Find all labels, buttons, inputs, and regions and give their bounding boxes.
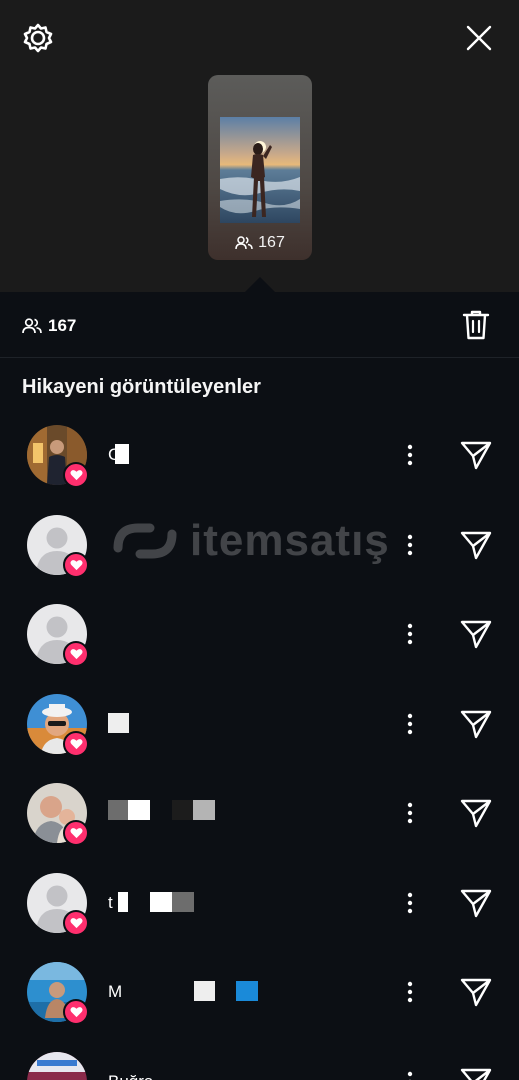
more-vertical-icon xyxy=(407,444,413,466)
like-badge xyxy=(63,820,89,846)
send-message-button[interactable] xyxy=(458,795,494,831)
send-message-button[interactable] xyxy=(458,974,494,1010)
more-options-button[interactable] xyxy=(400,619,420,649)
more-vertical-icon xyxy=(407,534,413,555)
send-message-button[interactable] xyxy=(458,885,494,921)
viewer-name[interactable]: t xyxy=(108,893,113,913)
more-vertical-icon xyxy=(407,713,413,734)
censor-block xyxy=(193,800,215,820)
like-badge xyxy=(63,999,89,1025)
more-options-button[interactable] xyxy=(400,1067,420,1080)
more-options-button[interactable] xyxy=(400,798,420,828)
section-title: Hikayeni görüntüleyenler xyxy=(22,376,261,398)
more-options-button[interactable] xyxy=(400,530,420,560)
censor-block xyxy=(194,981,215,1001)
censor-block xyxy=(108,800,130,820)
more-vertical-icon xyxy=(407,802,413,824)
like-badge xyxy=(63,909,89,936)
viewer-row[interactable] xyxy=(0,679,519,769)
like-badge xyxy=(63,462,89,488)
story-image xyxy=(220,117,300,223)
send-icon xyxy=(460,889,492,917)
heart-icon xyxy=(69,828,83,839)
send-icon xyxy=(460,710,492,738)
viewer-row[interactable]: C xyxy=(0,410,519,500)
viewer-name[interactable]: Buğra xyxy=(108,1072,153,1080)
send-message-button[interactable] xyxy=(458,706,494,742)
more-options-button[interactable] xyxy=(400,977,420,1007)
send-icon xyxy=(460,978,492,1007)
more-options-button[interactable] xyxy=(400,888,420,918)
heart-icon xyxy=(69,917,83,928)
heart-icon xyxy=(69,470,83,481)
send-message-button[interactable] xyxy=(458,527,494,563)
viewer-row[interactable]: Buğra xyxy=(0,1037,519,1080)
settings-button[interactable] xyxy=(20,20,56,56)
more-vertical-icon xyxy=(407,1071,413,1080)
like-badge xyxy=(63,551,89,578)
send-message-button[interactable] xyxy=(458,1064,494,1080)
more-options-button[interactable] xyxy=(400,709,420,739)
like-badge xyxy=(63,730,89,757)
viewers-icon xyxy=(22,318,42,334)
story-preview-header: 167 xyxy=(0,0,519,292)
viewer-list: C xyxy=(0,410,519,1080)
viewer-row[interactable]: M xyxy=(0,947,519,1037)
censor-block xyxy=(128,800,150,820)
more-vertical-icon xyxy=(407,981,413,1003)
send-icon xyxy=(460,441,492,470)
send-message-button[interactable] xyxy=(458,437,494,473)
like-badge xyxy=(63,641,89,667)
gear-icon xyxy=(23,23,53,53)
story-viewer-count: 167 xyxy=(208,234,312,252)
censor-block xyxy=(172,891,194,912)
viewer-count-value: 167 xyxy=(48,316,77,335)
censor-block xyxy=(115,444,129,464)
viewer-row[interactable] xyxy=(0,589,519,679)
send-icon xyxy=(460,1068,492,1080)
avatar[interactable] xyxy=(27,1051,87,1080)
viewer-name[interactable]: M xyxy=(108,982,122,1002)
trash-icon xyxy=(462,310,490,340)
viewers-icon xyxy=(235,236,253,250)
heart-icon xyxy=(69,1007,83,1018)
viewer-row[interactable]: t xyxy=(0,858,519,948)
close-button[interactable] xyxy=(461,20,497,56)
viewer-row[interactable] xyxy=(0,500,519,590)
more-vertical-icon xyxy=(407,623,413,645)
send-icon xyxy=(460,799,492,828)
viewer-count: 167 xyxy=(22,316,76,336)
send-icon xyxy=(460,620,492,649)
selection-pointer xyxy=(244,277,276,293)
censor-block xyxy=(118,891,128,912)
send-message-button[interactable] xyxy=(458,616,494,652)
censor-block xyxy=(236,981,258,1001)
heart-icon xyxy=(69,559,83,570)
censor-block xyxy=(172,800,194,820)
censor-block xyxy=(150,891,172,912)
close-icon xyxy=(466,25,492,51)
delete-story-button[interactable] xyxy=(459,308,493,342)
censor-block xyxy=(108,712,129,733)
heart-icon xyxy=(69,649,83,660)
more-vertical-icon xyxy=(407,892,413,913)
story-viewer-count-value: 167 xyxy=(258,234,285,251)
send-icon xyxy=(460,531,492,559)
story-thumbnail-card[interactable]: 167 xyxy=(208,75,312,260)
stats-bar: 167 xyxy=(0,292,519,358)
more-options-button[interactable] xyxy=(400,440,420,470)
heart-icon xyxy=(69,738,83,749)
viewer-row[interactable] xyxy=(0,768,519,858)
